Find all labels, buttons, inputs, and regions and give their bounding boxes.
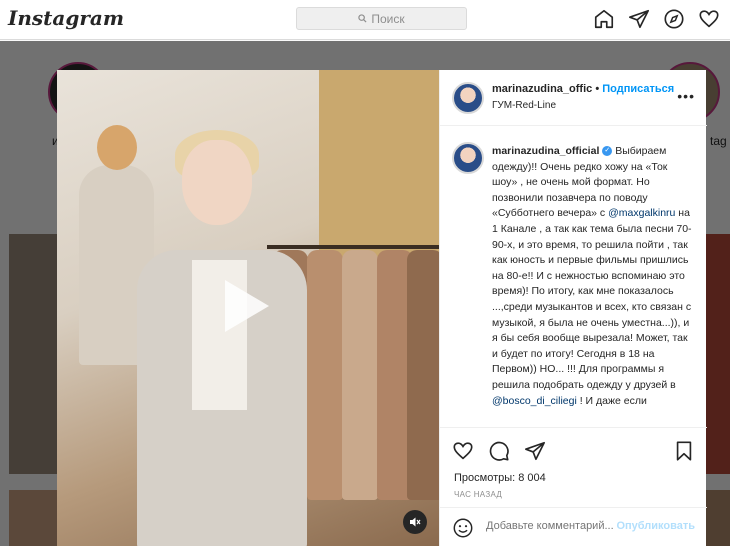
- mention-link[interactable]: @maxgalkinru: [608, 207, 675, 219]
- coat: [342, 250, 378, 500]
- view-count[interactable]: Просмотры: 8 004: [454, 472, 546, 484]
- post-video[interactable]: [57, 70, 439, 546]
- publish-comment-button[interactable]: Опубликовать: [616, 520, 695, 532]
- post-timestamp[interactable]: ЧАС НАЗАД: [454, 490, 502, 499]
- search-icon: [358, 14, 367, 23]
- search-placeholder: Поиск: [371, 11, 405, 26]
- avatar[interactable]: [452, 82, 484, 114]
- woman-in-video: [137, 130, 317, 546]
- comment-input[interactable]: [486, 520, 616, 532]
- post-modal: marinazudina_offic • Подписаться ГУМ-Red…: [57, 70, 707, 546]
- coat: [407, 250, 439, 500]
- direct-icon[interactable]: [628, 8, 650, 30]
- mute-icon[interactable]: [403, 510, 427, 534]
- follow-button[interactable]: Подписаться: [602, 83, 674, 95]
- post-actions: Просмотры: 8 004 ЧАС НАЗАД: [440, 427, 707, 507]
- search-box[interactable]: Поиск: [296, 7, 467, 30]
- location-link[interactable]: ГУМ-Red-Line: [492, 100, 556, 111]
- explore-icon[interactable]: [663, 8, 685, 30]
- more-options-icon[interactable]: •••: [677, 88, 695, 104]
- mention-link[interactable]: @bosco_di_ciliegi: [492, 395, 577, 407]
- video-background-wall: [319, 70, 439, 260]
- verified-badge-icon: ✓: [602, 146, 613, 157]
- share-icon[interactable]: [524, 440, 546, 462]
- top-navbar: Instagram Поиск: [0, 0, 730, 40]
- instagram-logo[interactable]: Instagram: [8, 6, 124, 30]
- avatar[interactable]: [452, 142, 484, 174]
- comment-icon[interactable]: [488, 440, 510, 462]
- caption-body: на 1 Канале , а так как тема была песни …: [492, 207, 692, 391]
- separator-dot: •: [595, 83, 600, 95]
- comment-box: Опубликовать: [440, 507, 707, 546]
- activity-heart-icon[interactable]: [698, 8, 720, 30]
- emoji-icon[interactable]: [452, 517, 474, 539]
- post-sidebar: marinazudina_offic • Подписаться ГУМ-Red…: [439, 70, 707, 546]
- caption-text: marinazudina_official ✓ Выбираем одежду)…: [492, 144, 692, 409]
- play-icon[interactable]: [225, 280, 269, 332]
- post-username[interactable]: marinazudina_offic: [492, 83, 592, 95]
- caption-body: ! И даже если: [576, 394, 647, 407]
- post-header: marinazudina_offic • Подписаться ГУМ-Red…: [440, 70, 707, 126]
- heart-icon[interactable]: [452, 440, 474, 462]
- post-caption: marinazudina_official ✓ Выбираем одежду)…: [440, 126, 707, 426]
- caption-username[interactable]: marinazudina_official: [492, 145, 599, 157]
- home-icon[interactable]: [593, 8, 615, 30]
- bookmark-icon[interactable]: [673, 440, 695, 462]
